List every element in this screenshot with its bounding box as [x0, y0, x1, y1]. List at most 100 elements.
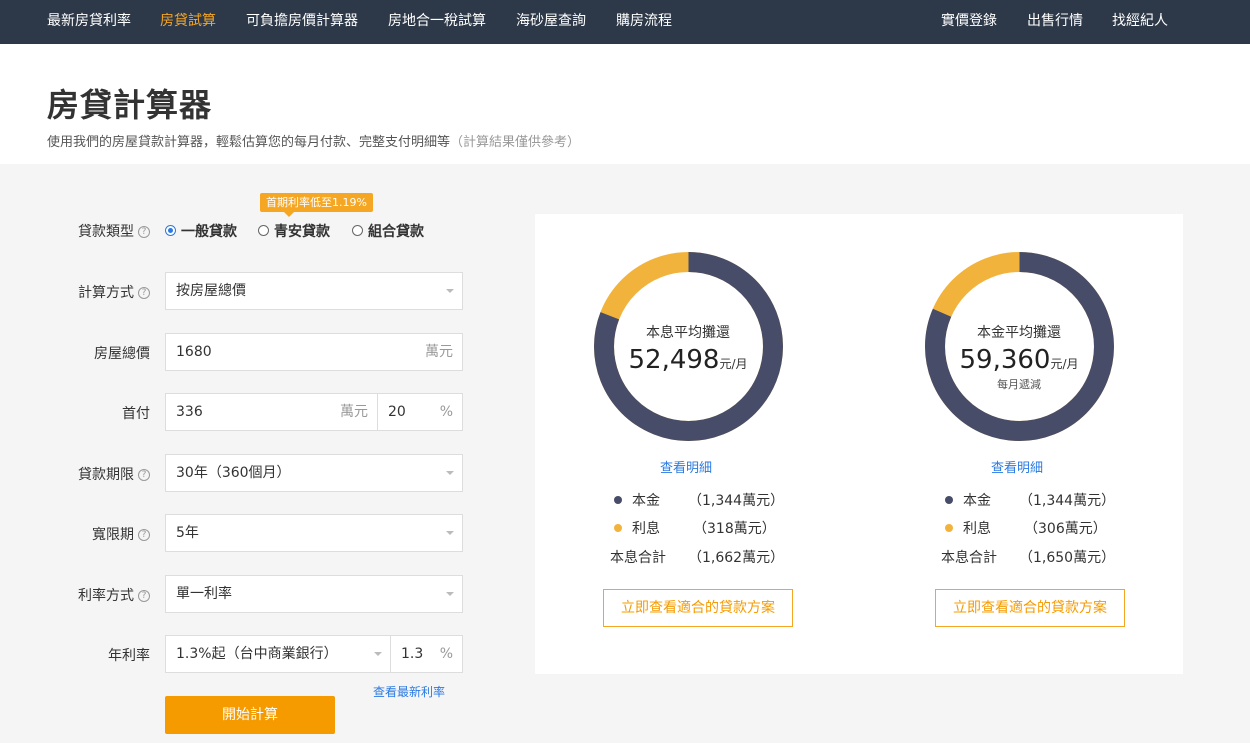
radio-unchecked-icon[interactable] [352, 225, 363, 236]
start-calc-button[interactable]: 開始計算 [165, 696, 335, 734]
down-payment-unit: 萬元 [340, 404, 368, 420]
grace-period-label-text: 寬限期 [92, 527, 134, 543]
total-value: （1,650萬元） [1019, 550, 1116, 566]
radio-combined-loan[interactable]: 組合貸款 [352, 221, 424, 241]
house-price-label: 房屋總價 [94, 346, 150, 362]
decreasing-note: 每月遞減 [997, 378, 1041, 391]
chevron-down-icon [446, 471, 454, 475]
chevron-down-icon [446, 531, 454, 535]
legend-principal: 本金 [945, 490, 991, 510]
nav-mortgage-calc[interactable]: 房貸試算 [160, 0, 216, 44]
loan-type-label: 貸款類型? [78, 221, 150, 241]
rate-method-select[interactable]: 單一利率 [165, 575, 463, 613]
radio-label: 青安貸款 [274, 224, 330, 240]
nav-sea-sand-house[interactable]: 海砂屋查詢 [516, 0, 586, 44]
legend-label: 利息 [963, 521, 991, 537]
nav-find-agent[interactable]: 找經紀人 [1112, 0, 1168, 44]
latest-rates-link[interactable]: 查看最新利率 [373, 683, 445, 700]
principal-dot-icon [614, 496, 622, 504]
total-value: （1,662萬元） [688, 550, 785, 566]
rate-method-value: 單一利率 [176, 586, 232, 602]
interest-dot-icon [614, 524, 622, 532]
amount-value: 52,498 [628, 345, 720, 375]
legend-total: 本息合計 [941, 550, 997, 566]
loan-term-label: 貸款期限? [78, 464, 150, 484]
nav-buying-process[interactable]: 購房流程 [616, 0, 672, 44]
page-title: 房貸計算器 [47, 86, 213, 124]
house-price-value: 1680 [176, 344, 212, 360]
radio-label: 組合貸款 [368, 224, 424, 240]
view-details-link[interactable]: 查看明細 [660, 457, 712, 476]
grace-period-label: 寬限期? [92, 524, 150, 544]
nav-tax-calc[interactable]: 房地合一稅試算 [388, 0, 486, 44]
help-icon[interactable]: ? [138, 287, 150, 299]
rate-method-label-text: 利率方式 [78, 588, 134, 604]
help-icon[interactable]: ? [138, 590, 150, 602]
legend-principal: 本金 [614, 490, 660, 510]
help-icon[interactable]: ? [138, 226, 150, 238]
principal-value: （1,344萬元） [1019, 493, 1116, 509]
help-icon[interactable]: ? [138, 529, 150, 541]
legend-interest: 利息 [945, 518, 991, 538]
nav-sale-market[interactable]: 出售行情 [1027, 0, 1083, 44]
equal-principal-summary: 本金平均攤還 59,360元/月 每月遞減 [925, 322, 1113, 392]
down-payment-percent-value: 20 [388, 404, 406, 420]
percent-unit: % [439, 646, 453, 662]
equal-payment-amount: 52,498元/月 [594, 345, 782, 375]
interest-dot-icon [945, 524, 953, 532]
loan-term-label-text: 貸款期限 [78, 467, 134, 483]
calc-method-select[interactable]: 按房屋總價 [165, 272, 463, 310]
amount-unit: 元/月 [719, 357, 748, 371]
nav-affordable-price[interactable]: 可負擔房價計算器 [246, 0, 358, 44]
loan-term-value: 30年（360個月） [176, 465, 291, 481]
bank-rate-select[interactable]: 1.3%起（台中商業銀行） [165, 635, 391, 673]
grace-period-select[interactable]: 5年 [165, 514, 463, 552]
house-price-input[interactable]: 1680 萬元 [165, 333, 463, 371]
legend-label: 本金 [963, 493, 991, 509]
help-icon[interactable]: ? [138, 469, 150, 481]
subtitle-note: （計算結果僅供參考） [450, 135, 581, 150]
calc-method-label: 計算方式? [78, 282, 150, 302]
annual-rate-input[interactable]: 1.3 % [390, 635, 463, 673]
nav-latest-rates[interactable]: 最新房貸利率 [47, 0, 131, 44]
calc-method-label-text: 計算方式 [78, 285, 134, 301]
legend-label: 利息 [632, 521, 660, 537]
page-subtitle: 使用我們的房屋貸款計算器，輕鬆估算您的每月付款、完整支付明細等（計算結果僅供參考… [47, 131, 580, 150]
radio-general-loan[interactable]: 一般貸款 [165, 221, 237, 241]
annual-rate-label: 年利率 [108, 648, 150, 664]
down-payment-percent-input[interactable]: 20 % [377, 393, 463, 431]
nav-actual-price[interactable]: 實價登錄 [941, 0, 997, 44]
interest-value: （318萬元） [693, 521, 776, 537]
principal-dot-icon [945, 496, 953, 504]
loan-type-label-text: 貸款類型 [78, 224, 134, 240]
down-payment-input[interactable]: 336 萬元 [165, 393, 378, 431]
equal-principal-amount: 59,360元/月 [925, 345, 1113, 375]
legend-interest: 利息 [614, 518, 660, 538]
down-payment-label: 首付 [122, 406, 150, 422]
view-loan-plans-button[interactable]: 立即查看適合的貸款方案 [935, 589, 1125, 627]
grace-period-value: 5年 [176, 525, 199, 541]
radio-checked-icon[interactable] [165, 225, 176, 236]
view-details-link[interactable]: 查看明細 [991, 457, 1043, 476]
annual-rate-value: 1.3 [401, 646, 424, 662]
subtitle-text: 使用我們的房屋貸款計算器，輕鬆估算您的每月付款、完整支付明細等 [47, 135, 451, 150]
radio-label: 一般貸款 [181, 224, 237, 240]
principal-value: （1,344萬元） [688, 493, 785, 509]
view-loan-plans-button[interactable]: 立即查看適合的貸款方案 [603, 589, 793, 627]
chevron-down-icon [374, 652, 382, 656]
legend-total: 本息合計 [610, 550, 666, 566]
chevron-down-icon [446, 592, 454, 596]
chevron-down-icon [446, 289, 454, 293]
percent-unit: % [439, 404, 453, 420]
rate-method-label: 利率方式? [78, 585, 150, 605]
radio-unchecked-icon[interactable] [258, 225, 269, 236]
house-price-unit: 萬元 [425, 344, 453, 360]
interest-value: （306萬元） [1024, 521, 1107, 537]
equal-principal-title: 本金平均攤還 [977, 325, 1061, 341]
page-header: 房貸計算器 使用我們的房屋貸款計算器，輕鬆估算您的每月付款、完整支付明細等（計算… [0, 44, 1250, 164]
down-payment-value: 336 [176, 404, 203, 420]
radio-youth-loan[interactable]: 青安貸款 [258, 221, 330, 241]
calc-method-value: 按房屋總價 [176, 283, 246, 299]
top-nav: 最新房貸利率 房貸試算 可負擔房價計算器 房地合一稅試算 海砂屋查詢 購房流程 … [0, 0, 1250, 44]
loan-term-select[interactable]: 30年（360個月） [165, 454, 463, 492]
